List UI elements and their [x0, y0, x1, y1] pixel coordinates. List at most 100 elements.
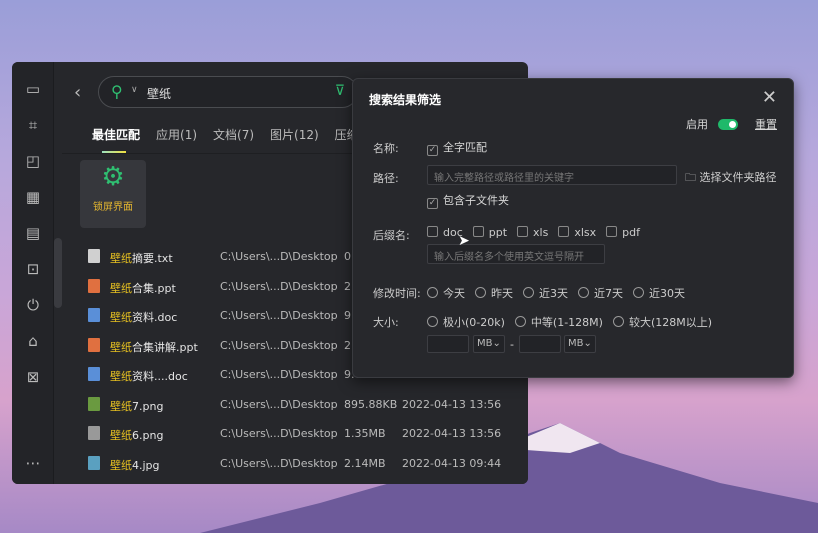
- ext-checkbox[interactable]: xls: [517, 226, 548, 239]
- checkbox-icon: [606, 226, 618, 237]
- file-name: 壁纸6.png: [110, 427, 163, 443]
- radio-icon: [578, 287, 589, 298]
- folder-icon: 🗀: [685, 171, 700, 184]
- file-date: 2022-04-13 13:56: [402, 397, 502, 411]
- option-label: 昨天: [491, 287, 513, 300]
- min-size-input[interactable]: [427, 335, 469, 353]
- option-label: pdf: [622, 226, 640, 239]
- time-radio[interactable]: 近30天: [633, 287, 685, 300]
- ext-checkbox[interactable]: xlsx: [558, 226, 596, 239]
- file-date: 2022-04-13 13:56: [402, 427, 502, 440]
- monitor-icon[interactable]: ▭: [23, 80, 43, 98]
- crop-icon[interactable]: ⌗: [23, 116, 43, 134]
- radio-icon: [427, 316, 438, 327]
- name-rest: 6.png: [132, 429, 164, 442]
- name-highlight: 壁纸: [110, 370, 132, 383]
- name-rest: 资料....doc: [132, 370, 188, 383]
- option-label: 较大(128M以上): [628, 316, 713, 329]
- file-size: 2: [344, 279, 351, 293]
- min-unit-select[interactable]: MB⌄: [473, 335, 505, 353]
- ext-checkbox[interactable]: ppt: [472, 226, 507, 239]
- search-input[interactable]: 壁纸: [147, 85, 171, 102]
- clipboard-icon[interactable]: ▤: [23, 224, 43, 242]
- checkbox-icon: [558, 226, 570, 237]
- ext-input[interactable]: 输入后缀名多个使用英文逗号隔开: [427, 244, 605, 264]
- close-icon[interactable]: ✕: [762, 87, 777, 108]
- option-label: 近30天: [649, 287, 685, 300]
- scrollbar[interactable]: [54, 238, 62, 308]
- choose-folder-button[interactable]: 🗀 选择文件夹路径: [685, 169, 777, 188]
- ext-checkbox[interactable]: pdf: [606, 226, 640, 239]
- lock-icon[interactable]: ⊡: [23, 260, 43, 278]
- radio-icon: [612, 316, 624, 327]
- back-icon[interactable]: ‹: [74, 82, 81, 103]
- name-highlight: 壁纸: [110, 340, 132, 354]
- name-rest: 摘要.txt: [132, 252, 173, 265]
- time-options: 今天 昨天 近3天 近7天 近30天: [427, 285, 695, 301]
- tab-images[interactable]: 图片(12): [270, 126, 319, 143]
- size-radio[interactable]: 较大(128M以上): [612, 316, 713, 329]
- option-label: xlsx: [574, 226, 597, 239]
- time-radio[interactable]: 近7天: [578, 287, 623, 300]
- ext-label: 后缀名:: [373, 229, 410, 242]
- enable-toggle[interactable]: [717, 119, 738, 130]
- tab-apps[interactable]: 应用(1): [156, 126, 197, 143]
- checkbox-checked-icon: ✓: [427, 198, 438, 209]
- calculator-icon[interactable]: ▦: [23, 188, 43, 206]
- checkbox-checked-icon: ✓: [427, 145, 438, 156]
- file-row[interactable]: 壁纸4.jpg C:\Users\...D\Desktop 2.14MB 202…: [62, 449, 528, 478]
- file-icon: [88, 278, 100, 293]
- file-size: 0: [344, 250, 351, 263]
- reset-button[interactable]: 重置: [755, 118, 777, 131]
- file-name: 壁纸资料....doc: [110, 368, 188, 384]
- name-highlight: 壁纸: [110, 281, 132, 295]
- file-size: 1.35MB: [344, 427, 386, 440]
- power-icon[interactable]: ⏻: [23, 296, 43, 314]
- path-input[interactable]: 输入完整路径或路径里的关键字: [427, 165, 677, 185]
- dialog-title: 搜索结果筛选: [369, 93, 442, 107]
- radio-icon: [523, 287, 534, 298]
- file-name: 壁纸7.png: [110, 398, 163, 414]
- range-dash: -: [510, 338, 514, 351]
- checkbox-icon: [472, 226, 484, 237]
- tab-best-match[interactable]: 最佳匹配: [92, 126, 140, 153]
- whole-word-checkbox[interactable]: ✓ 全字匹配: [427, 139, 487, 156]
- size-radio[interactable]: 极小(0-20k): [427, 316, 505, 329]
- gear-icon: ⚙: [101, 162, 125, 192]
- file-icon: [88, 455, 100, 470]
- size-radio[interactable]: 中等(1-128M): [514, 316, 603, 329]
- radio-icon: [514, 316, 526, 327]
- trash-icon[interactable]: ⊠: [23, 368, 43, 386]
- file-icon: [88, 308, 100, 322]
- file-icon: [88, 367, 100, 381]
- name-highlight: 壁纸: [110, 458, 132, 472]
- radio-icon: [427, 287, 438, 298]
- cleaner-icon[interactable]: ⌂: [23, 332, 43, 350]
- chevron-down-icon[interactable]: ∨: [131, 85, 138, 95]
- mouse-cursor-icon: ➤: [458, 233, 470, 249]
- filter-icon[interactable]: ⊽: [335, 83, 345, 99]
- search-box[interactable]: ⚲ ∨ 壁纸 ⊽: [98, 76, 358, 108]
- max-unit-select[interactable]: MB⌄: [564, 335, 596, 353]
- option-label: 近3天: [539, 287, 568, 300]
- file-icon: [88, 249, 100, 263]
- include-subfolders-checkbox[interactable]: ✓ 包含子文件夹: [427, 192, 509, 209]
- best-match-label: 锁屏界面: [93, 202, 133, 213]
- size-label: 大小:: [373, 316, 399, 329]
- option-label: xls: [533, 226, 549, 239]
- time-radio[interactable]: 近3天: [523, 287, 568, 300]
- best-match-card[interactable]: ⚙ 锁屏界面: [80, 160, 146, 228]
- file-row[interactable]: 壁纸6.png C:\Users\...D\Desktop 1.35MB 202…: [62, 419, 528, 448]
- time-radio[interactable]: 今天: [427, 287, 465, 300]
- time-radio[interactable]: 昨天: [475, 287, 513, 300]
- file-icon: [88, 426, 100, 440]
- more-icon[interactable]: ⋯: [23, 454, 43, 472]
- file-row[interactable]: 壁纸7.png C:\Users\...D\Desktop 895.88KB 2…: [62, 390, 528, 419]
- activity-monitor-icon[interactable]: ◰: [23, 152, 43, 170]
- category-tabs: 最佳匹配 应用(1) 文档(7) 图片(12) 压缩: [92, 126, 359, 153]
- file-icon: [88, 337, 100, 352]
- tab-docs[interactable]: 文档(7): [213, 126, 254, 143]
- choose-folder-label: 选择文件夹路径: [699, 171, 777, 184]
- max-size-input[interactable]: [519, 335, 561, 353]
- enable-label: 启用: [686, 118, 708, 131]
